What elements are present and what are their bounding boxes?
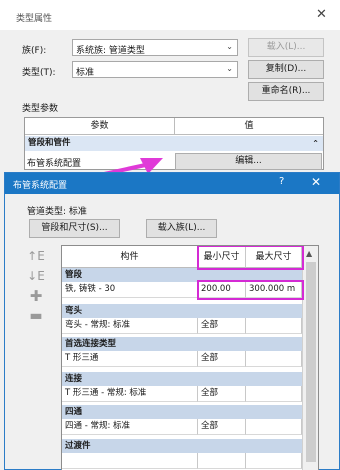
min-size-cell[interactable]: 全部 [198,419,246,435]
max-size-cell[interactable] [246,453,302,469]
edit-button[interactable]: 编辑... [175,153,322,170]
type-select[interactable]: 标准 ⌄ [72,61,238,78]
max-size-cell[interactable] [246,386,302,402]
param-column-header[interactable]: 参数 [25,118,175,135]
pipe-type-label: 管道类型: 标准 [27,207,87,217]
routing-preferences-table: 构件 最小尺寸 最大尺寸 管段 铁, 铸铁 - 30 200.00 300.00… [61,245,319,470]
part-cell[interactable]: 铁, 铸铁 - 30 [62,282,198,298]
routing-dialog-title: 布管系统配置 [13,181,68,191]
part-cell[interactable]: T 形三通 [62,351,198,367]
load-button[interactable]: 载入(L)... [248,38,324,57]
vertical-scrollbar[interactable]: ▲ [302,246,318,470]
move-down-icon[interactable]: ↓E [27,267,45,285]
table-row[interactable]: T 形三通 - 常规: 标准 全部 [62,386,302,402]
min-size-cell[interactable]: 全部 [198,318,246,334]
family-label: 族(F): [22,46,47,56]
part-cell[interactable] [62,453,198,469]
routing-config-label: 布管系统配置 [27,159,82,169]
double-chevron-up-icon[interactable]: ⌃ [312,136,319,151]
type-select-value: 标准 [76,68,95,78]
min-size-cell[interactable]: 全部 [198,351,246,367]
family-select[interactable]: 系统族: 管道类型 ⌄ [72,39,238,56]
value-column-header[interactable]: 值 [175,118,323,135]
group-header-elbow: 弯头 [62,304,302,318]
part-cell[interactable]: T 形三通 - 常规: 标准 [62,386,198,402]
table-row[interactable]: T 形三通 全部 [62,351,302,367]
size-header-highlight [197,246,304,270]
load-family-button[interactable]: 载入族(L)... [146,219,217,238]
routing-preferences-dialog: 布管系统配置 ? ✕ 管道类型: 标准 管段和尺寸(S)... 载入族(L)..… [4,172,340,470]
max-size-cell[interactable] [246,351,302,367]
add-row-icon[interactable]: ✚ [27,287,45,305]
close-icon[interactable]: ✕ [311,175,321,189]
group-header-transition: 过渡件 [62,439,302,453]
family-select-value: 系统族: 管道类型 [76,46,145,56]
help-icon[interactable]: ? [279,176,284,187]
type-label: 类型(T): [22,68,56,78]
table-row: 布管系统配置 编辑... [25,152,323,170]
table-row[interactable]: 四通 - 常规: 标准 全部 [62,419,302,435]
group-header-preferred-junction: 首选连接类型 [62,337,302,351]
table-row[interactable]: 弯头 - 常规: 标准 全部 [62,318,302,334]
param-group-label: 管段和管件 [28,138,71,148]
type-params-label: 类型参数 [22,104,59,114]
part-column-header[interactable]: 构件 [62,246,198,268]
close-icon[interactable]: ✕ [316,8,327,22]
table-row[interactable] [62,453,302,469]
scrollbar-thumb[interactable] [306,262,316,462]
type-properties-title: 类型属性 [16,14,53,24]
routing-dialog-titlebar: 布管系统配置 ? ✕ [5,173,339,194]
duplicate-button[interactable]: 复制(D)... [248,60,324,79]
table-header: 参数 值 [25,118,323,135]
chevron-down-icon: ⌄ [226,64,233,73]
type-properties-titlebar: 类型属性 ✕ [0,0,340,30]
chevron-down-icon: ⌄ [226,42,233,51]
max-size-cell[interactable] [246,419,302,435]
part-cell[interactable]: 弯头 - 常规: 标准 [62,318,198,334]
param-group-header[interactable]: 管段和管件 ⌃ [25,136,323,151]
size-values-highlight [197,280,304,300]
remove-row-icon[interactable]: ▬ [27,307,45,325]
part-cell[interactable]: 四通 - 常规: 标准 [62,419,198,435]
min-size-cell[interactable]: 全部 [198,386,246,402]
type-params-table: 参数 值 管段和管件 ⌃ 布管系统配置 编辑... [24,117,324,170]
group-header-junction: 连接 [62,372,302,386]
rename-button[interactable]: 重命名(R)... [248,82,324,101]
scroll-up-icon[interactable]: ▲ [306,249,312,258]
group-header-cross: 四通 [62,405,302,419]
move-up-icon[interactable]: ↑E [27,247,45,265]
segments-sizes-button[interactable]: 管段和尺寸(S)... [29,219,120,238]
min-size-cell[interactable] [198,453,246,469]
max-size-cell[interactable] [246,318,302,334]
